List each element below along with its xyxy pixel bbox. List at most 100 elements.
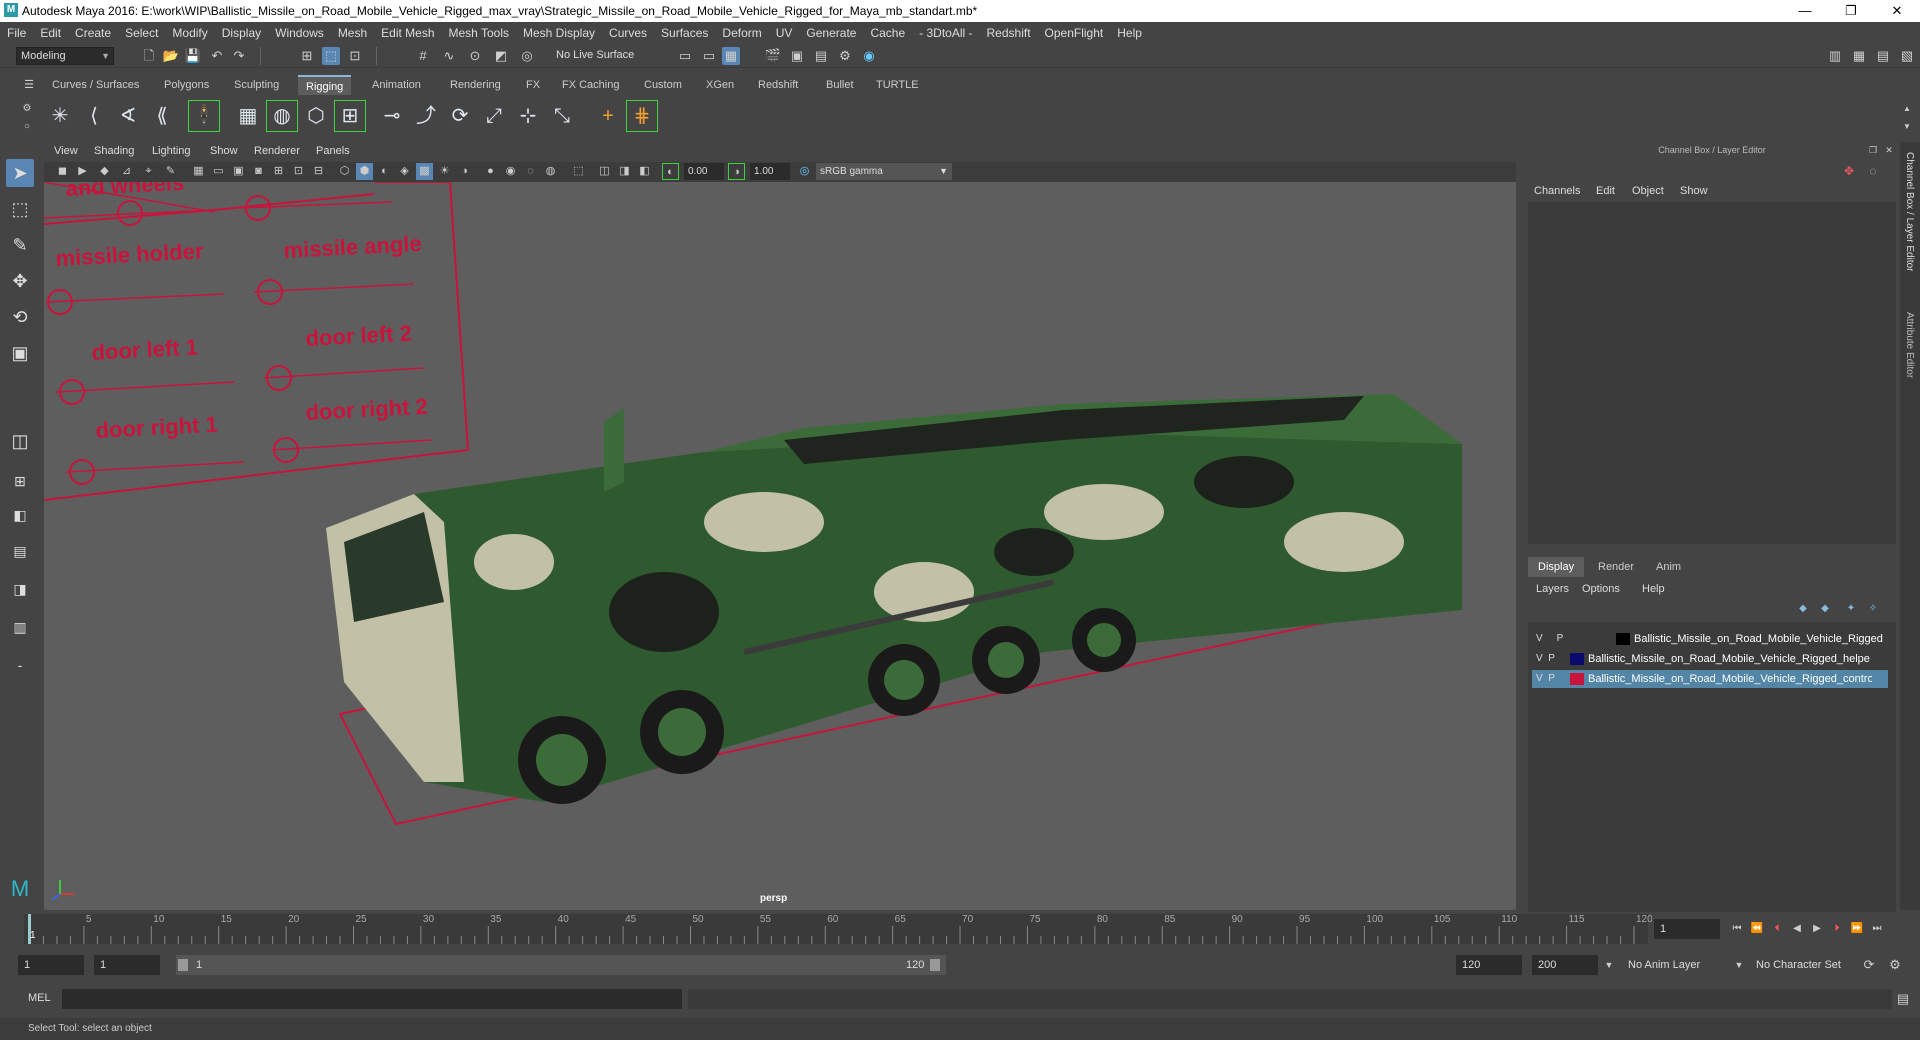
wrap-deformer-icon[interactable]: ⊞ — [334, 100, 366, 132]
layer-color-swatch[interactable] — [1570, 653, 1584, 665]
shadows-icon[interactable]: ◑ — [456, 163, 473, 180]
layer-visibility-toggle[interactable]: V P — [1536, 670, 1564, 688]
menu-edit-mesh[interactable]: Edit Mesh — [374, 22, 441, 44]
2d-pan-zoom-icon[interactable]: ⌖ — [140, 163, 157, 180]
shelf-tab-bullet[interactable]: Bullet — [818, 75, 862, 95]
viewport-menu-show[interactable]: Show — [210, 142, 238, 160]
character-set-dropdown[interactable]: No Character Set — [1750, 955, 1868, 975]
modeling-toolkit-icon[interactable]: ▦ — [1850, 47, 1868, 65]
shelf-tab-xgen[interactable]: XGen — [698, 75, 742, 95]
xray-icon[interactable]: ◫ — [596, 163, 613, 180]
layer-tab-render[interactable]: Render — [1588, 557, 1644, 577]
gate-mask-icon[interactable]: ◙ — [250, 163, 267, 180]
play-forwards-icon[interactable]: ▶ — [1808, 920, 1826, 938]
rotate-tool-icon[interactable]: ⟲ — [6, 303, 34, 331]
wireframe-icon[interactable]: ⬡ — [336, 163, 353, 180]
input-ops-icon[interactable]: ▭ — [676, 47, 694, 65]
edit-menu[interactable]: Edit — [1596, 182, 1615, 200]
shelf-tab-fx-caching[interactable]: FX Caching — [554, 75, 627, 95]
attribute-editor-toggle-icon[interactable]: ▤ — [1874, 47, 1892, 65]
grease-pencil-icon[interactable]: ✎ — [162, 163, 179, 180]
construction-history-icon[interactable]: ▦ — [722, 47, 740, 65]
layer-color-swatch[interactable] — [1570, 673, 1584, 685]
menu-modify[interactable]: Modify — [165, 22, 214, 44]
step-back-key-icon[interactable]: ⏪ — [1748, 920, 1766, 938]
field-chart-icon[interactable]: ⊞ — [270, 163, 287, 180]
viewport-menu-lighting[interactable]: Lighting — [152, 142, 191, 160]
snap-view-plane-icon[interactable]: ◩ — [492, 47, 510, 65]
exposure-field[interactable]: 0.00 — [684, 163, 724, 180]
new-layer-selected-icon[interactable]: ✧ — [1864, 600, 1882, 618]
hypershade-layout-icon[interactable]: ▥ — [6, 613, 34, 641]
channel-box-toggle-icon[interactable]: ▧ — [1898, 47, 1916, 65]
channel-box-pin-icon[interactable]: ✥ — [1840, 162, 1858, 180]
smooth-shade-icon[interactable]: ⬢ — [356, 163, 373, 180]
color-management-icon[interactable]: ◎ — [796, 163, 813, 180]
motion-blur-icon[interactable]: ◉ — [502, 163, 519, 180]
exposure-icon[interactable]: ◐ — [662, 163, 679, 180]
depth-of-field-icon[interactable]: ◍ — [542, 163, 559, 180]
step-forward-frame-icon[interactable]: ⏵ — [1828, 920, 1846, 938]
parent-constraint-icon[interactable]: ⊹ — [512, 100, 544, 132]
side-tab-channel-box[interactable]: Channel Box / Layer Editor — [1904, 152, 1915, 272]
chevron-down-icon[interactable]: ▼ — [1730, 956, 1748, 974]
default-lighting-icon[interactable]: ◐ — [376, 163, 393, 180]
shelf-scroll-up-icon[interactable]: ▲ — [1900, 100, 1914, 118]
bookmark-icon[interactable]: ◆ — [96, 163, 113, 180]
shelf-tab-polygons[interactable]: Polygons — [156, 75, 217, 95]
select-object-icon[interactable]: ⬚ — [322, 47, 340, 65]
orient-constraint-icon[interactable]: ⟳ — [444, 100, 476, 132]
menu-uv[interactable]: UV — [769, 22, 800, 44]
ipr-render-icon[interactable]: ▤ — [812, 47, 830, 65]
scale-tool-icon[interactable]: ▣ — [6, 339, 34, 367]
menu-openflight[interactable]: OpenFlight — [1038, 22, 1111, 44]
menu-surfaces[interactable]: Surfaces — [654, 22, 715, 44]
object-menu[interactable]: Object — [1632, 182, 1664, 200]
auto-key-icon[interactable]: ⟳ — [1860, 956, 1878, 974]
live-surface-field[interactable]: No Live Surface — [552, 47, 642, 65]
camera-select-icon[interactable]: ◼ — [54, 163, 71, 180]
layout-expand-icon[interactable]: - — [6, 651, 34, 679]
render-settings-icon[interactable]: ⚙ — [836, 47, 854, 65]
layer-row[interactable]: V P Ballistic_Missile_on_Road_Mobile_Veh… — [1532, 650, 1888, 668]
menu-cache[interactable]: Cache — [863, 22, 912, 44]
shelf-scroll-down-icon[interactable]: ▼ — [1900, 118, 1914, 136]
hypershade-icon[interactable]: ◉ — [860, 47, 878, 65]
missile-vehicle-model[interactable] — [326, 394, 1462, 804]
channels-menu[interactable]: Channels — [1534, 182, 1580, 200]
move-layer-up-icon[interactable]: ◆ — [1794, 600, 1812, 618]
mode-dropdown[interactable]: Modeling ▼ — [16, 47, 114, 65]
step-back-frame-icon[interactable]: ⏴ — [1768, 920, 1786, 938]
output-ops-icon[interactable]: ▭ — [700, 47, 718, 65]
four-view-layout-icon[interactable]: ⊞ — [6, 467, 34, 495]
go-to-start-icon[interactable]: ⏮ — [1728, 920, 1746, 938]
resolution-gate-icon[interactable]: ▣ — [230, 163, 247, 180]
backface-culling-icon[interactable]: ◧ — [636, 163, 653, 180]
wireframe-on-shaded-icon[interactable]: ◈ — [396, 163, 413, 180]
insert-joint-icon[interactable]: ⟨ — [78, 100, 110, 132]
single-view-layout-icon[interactable]: ◫ — [6, 427, 34, 455]
camera-attributes-icon[interactable]: ▶ — [74, 163, 91, 180]
shelf-tab-curves-surfaces[interactable]: Curves / Surfaces — [44, 75, 147, 95]
layer-tab-anim[interactable]: Anim — [1646, 557, 1691, 577]
float-panel-icon[interactable]: ❐ — [1866, 141, 1880, 159]
pole-vector-constraint-icon[interactable]: ⤡ — [546, 100, 578, 132]
range-end-handle[interactable] — [930, 959, 940, 971]
channel-box-area[interactable] — [1528, 202, 1896, 544]
locator-icon[interactable]: + — [592, 100, 624, 132]
viewport-menu-view[interactable]: View — [54, 142, 78, 160]
preferences-icon[interactable]: ⚙ — [1886, 956, 1904, 974]
mel-input[interactable] — [62, 989, 682, 1009]
safe-action-icon[interactable]: ⊡ — [290, 163, 307, 180]
grid-toggle-icon[interactable]: ▦ — [190, 163, 207, 180]
render-current-icon[interactable]: ▣ — [788, 47, 806, 65]
select-tool-icon[interactable]: ➤ — [6, 159, 34, 187]
move-layer-down-icon[interactable]: ◆ — [1816, 600, 1834, 618]
make-live-icon[interactable]: ◎ — [518, 47, 536, 65]
play-backwards-icon[interactable]: ◀ — [1788, 920, 1806, 938]
menu-windows[interactable]: Windows — [268, 22, 331, 44]
xray-joints-icon[interactable]: ◨ — [616, 163, 633, 180]
shelf-tab-rendering[interactable]: Rendering — [442, 75, 509, 95]
shelf-tab-sculpting[interactable]: Sculpting — [226, 75, 287, 95]
close-panel-icon[interactable]: ✕ — [1882, 141, 1896, 159]
